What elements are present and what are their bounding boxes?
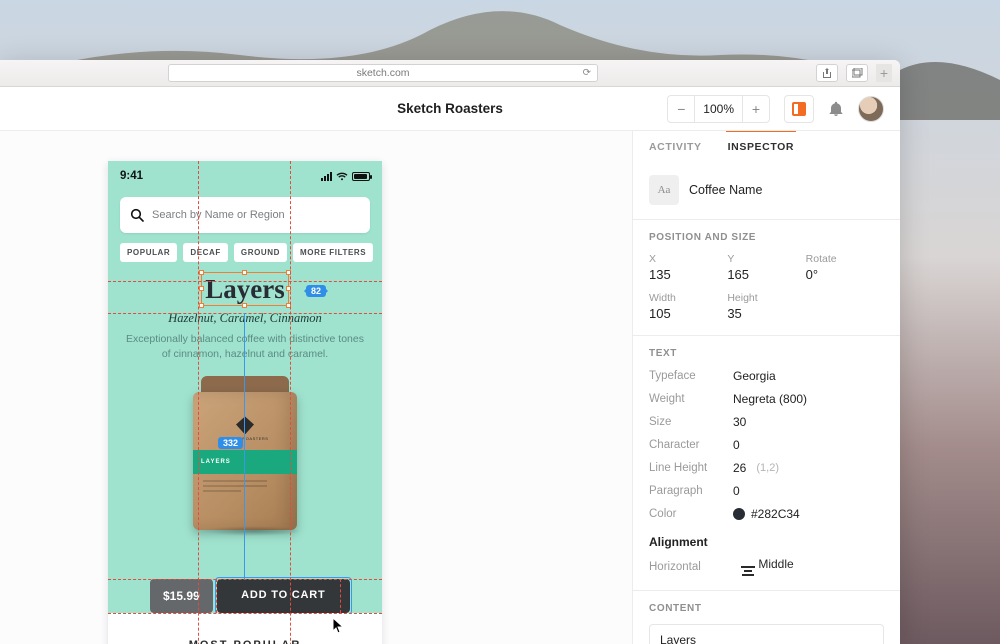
inspector-tabs: ACTIVITY INSPECTOR [633, 131, 900, 161]
section-title-text: TEXT [649, 348, 884, 359]
value-x[interactable]: 135 [649, 267, 727, 282]
section-position: POSITION AND SIZE X 135 Y 165 Rotate 0° Wid… [633, 219, 900, 335]
label-weight: Weight [649, 393, 733, 405]
url-field[interactable]: sketch.com ⟳ [168, 64, 598, 82]
label-rotate: Rotate [806, 253, 884, 265]
hero: Layers Hazelnut, Caramel, Cinnamon Excep… [108, 262, 382, 362]
value-width[interactable]: 105 [649, 306, 727, 321]
wifi-icon [336, 172, 348, 181]
section-text: TEXT Typeface Georgia Weight Negreta (80… [633, 335, 900, 590]
label-lineheight: Line Height [649, 462, 733, 474]
cta-row: $15.99 ADD TO CART [150, 579, 350, 613]
tab-inspector[interactable]: INSPECTOR [728, 141, 794, 161]
value-color[interactable]: #282C34 [733, 507, 884, 521]
status-time: 9:41 [120, 170, 143, 182]
label-width: Width [649, 292, 727, 304]
search-icon [130, 208, 144, 222]
value-horizontal[interactable]: Middle [741, 557, 794, 576]
section-title-content: CONTENT [649, 603, 884, 614]
label-horizontal: Horizontal [649, 561, 733, 573]
browser-chrome: sketch.com ⟳ + [0, 60, 900, 87]
tab-activity[interactable]: ACTIVITY [649, 141, 702, 161]
new-tab-button[interactable]: + [876, 64, 892, 82]
reload-icon[interactable]: ⟳ [583, 68, 591, 79]
price-label[interactable]: $15.99 [150, 579, 213, 613]
selection-thumb-icon: Aa [649, 175, 679, 205]
search-field[interactable]: Search by Name or Region [120, 197, 370, 233]
hero-description: Exceptionally balanced coffee with disti… [126, 332, 364, 362]
search-placeholder: Search by Name or Region [152, 209, 285, 221]
hero-title-text[interactable]: Layers [205, 274, 284, 305]
inspector-panel: ACTIVITY INSPECTOR Aa Coffee Name POSITI… [632, 131, 900, 644]
user-avatar[interactable] [858, 96, 884, 122]
app-header: Sketch Roasters − 100% + [0, 87, 900, 131]
section-content: CONTENT Layers [633, 590, 900, 644]
zoom-in-button[interactable]: + [743, 96, 769, 122]
url-text: sketch.com [356, 67, 409, 79]
value-size[interactable]: 30 [733, 415, 884, 429]
zoom-out-button[interactable]: − [668, 96, 694, 122]
most-popular-heading: MOST POPULAR [108, 613, 382, 644]
value-rotate[interactable]: 0° [806, 267, 884, 282]
label-color: Color [649, 508, 733, 520]
value-lineheight[interactable]: 26(1,2) [733, 461, 884, 475]
section-title-position: POSITION AND SIZE [649, 232, 884, 243]
chip-popular[interactable]: POPULAR [120, 243, 177, 262]
label-character: Character [649, 439, 733, 451]
content-value[interactable]: Layers [649, 624, 884, 644]
notifications-icon[interactable] [828, 101, 844, 117]
zoom-value[interactable]: 100% [694, 96, 743, 122]
browser-window: sketch.com ⟳ + Sketch Roasters − 100% + [0, 60, 900, 644]
add-to-cart-button[interactable]: ADD TO CART [217, 579, 350, 613]
selection-name: Coffee Name [689, 183, 762, 197]
chip-ground[interactable]: GROUND [234, 243, 287, 262]
tabs-icon[interactable] [846, 64, 868, 82]
canvas[interactable]: 9:41 Search by Name or Region POPULAR DE… [0, 131, 632, 644]
value-height[interactable]: 35 [727, 306, 805, 321]
align-center-icon [741, 566, 755, 576]
add-to-cart-label: ADD TO CART [241, 589, 325, 601]
hero-subtitle: Hazelnut, Caramel, Cinnamon [126, 311, 364, 326]
status-bar: 9:41 [108, 161, 382, 191]
value-paragraph[interactable]: 0 [733, 484, 884, 498]
signal-icon [321, 172, 332, 181]
color-swatch-icon [733, 508, 745, 520]
value-typeface[interactable]: Georgia [733, 369, 884, 383]
value-character[interactable]: 0 [733, 438, 884, 452]
bag-band-label: LAYERS [201, 459, 231, 465]
zoom-control: − 100% + [667, 95, 770, 123]
value-weight[interactable]: Negreta (800) [733, 392, 884, 406]
bag-logo-icon [236, 416, 254, 434]
label-size: Size [649, 416, 733, 428]
product-image: SKETCH ROASTERS LAYERS [193, 376, 297, 530]
bag-brand: SKETCH ROASTERS [193, 436, 297, 441]
selection-header: Aa Coffee Name [633, 161, 900, 219]
chip-decaf[interactable]: DECAF [183, 243, 228, 262]
value-y[interactable]: 165 [727, 267, 805, 282]
filter-chips: POPULAR DECAF GROUND MORE FILTERS [120, 243, 370, 262]
alignment-heading: Alignment [649, 535, 884, 549]
battery-icon [352, 172, 370, 181]
label-paragraph: Paragraph [649, 485, 733, 497]
label-y: Y [727, 253, 805, 265]
share-icon[interactable] [816, 64, 838, 82]
label-x: X [649, 253, 727, 265]
chip-more-filters[interactable]: MORE FILTERS [293, 243, 373, 262]
artboard-mobile[interactable]: 9:41 Search by Name or Region POPULAR DE… [108, 161, 382, 644]
toggle-inspector-button[interactable] [784, 95, 814, 123]
document-title: Sketch Roasters [397, 101, 503, 116]
label-height: Height [727, 292, 805, 304]
label-typeface: Typeface [649, 370, 733, 382]
